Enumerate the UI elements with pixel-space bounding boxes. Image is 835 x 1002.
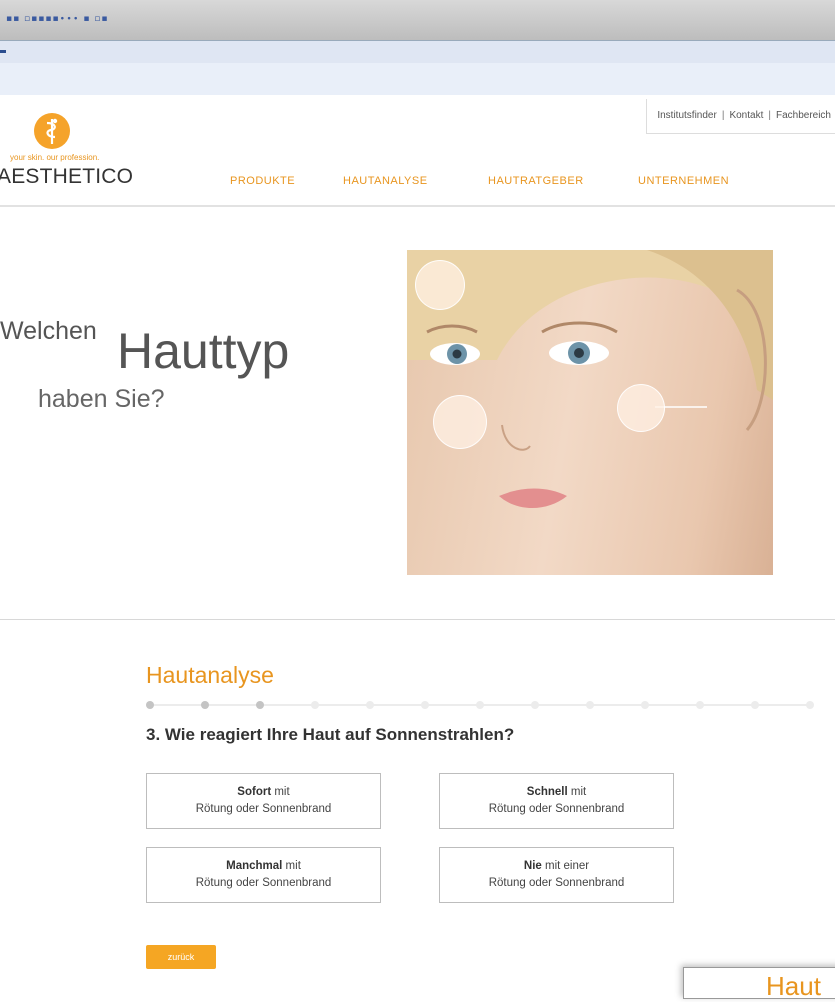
progress-step bbox=[366, 701, 374, 709]
answer-option-manchmal[interactable]: Manchmal mit Rötung oder Sonnenbrand bbox=[146, 847, 381, 903]
progress-step bbox=[421, 701, 429, 709]
answer-text: mit bbox=[567, 786, 587, 798]
progress-step bbox=[751, 701, 759, 709]
progress-step bbox=[586, 701, 594, 709]
progress-step bbox=[806, 701, 814, 709]
site-header: Institutsfinder | Kontakt | Fachbereich your… bbox=[0, 95, 835, 207]
hero-banner: Welchen Hauttyp haben Sie? bbox=[0, 207, 835, 620]
browser-chrome: ▪▪ ▫▪▪▪▪∙∙∙ ▪ ▫▪ bbox=[0, 0, 835, 96]
utility-link-institutsfinder[interactable]: Institutsfinder bbox=[657, 110, 716, 121]
hero-text-haben-sie: haben Sie? bbox=[38, 385, 165, 413]
utility-link-kontakt[interactable]: Kontakt bbox=[729, 110, 763, 121]
answer-text: Rötung oder Sonnenbrand bbox=[488, 877, 625, 889]
progress-step bbox=[311, 701, 319, 709]
answer-text: Rötung oder Sonnenbrand bbox=[488, 803, 625, 815]
progress-step bbox=[256, 701, 264, 709]
brand-tagline: your skin. our profession. bbox=[10, 153, 100, 162]
hero-face-image bbox=[407, 250, 773, 575]
nav-hautanalyse[interactable]: HAUTANALYSE bbox=[343, 175, 428, 187]
answer-text: mit bbox=[271, 786, 290, 798]
skin-zone-marker[interactable] bbox=[433, 395, 487, 449]
skin-zone-marker[interactable] bbox=[415, 260, 465, 310]
answer-keyword: Nie bbox=[523, 860, 542, 872]
utility-separator: | bbox=[768, 110, 771, 121]
answer-text: Rötung oder Sonnenbrand bbox=[195, 803, 332, 815]
progress-step bbox=[696, 701, 704, 709]
brand-name[interactable]: AESTHETICO bbox=[0, 165, 133, 189]
back-button[interactable]: zurück bbox=[146, 945, 216, 969]
answer-text: mit bbox=[282, 860, 301, 872]
overlay-popup[interactable]: Haut bbox=[683, 967, 835, 1001]
utility-nav: Institutsfinder | Kontakt | Fachbereich bbox=[646, 99, 835, 134]
browser-title-glyphs: ▪▪ ▫▪▪▪▪∙∙∙ ▪ ▫▪ bbox=[6, 14, 109, 24]
progress-step bbox=[476, 701, 484, 709]
browser-address-bar[interactable] bbox=[0, 40, 835, 64]
skin-zone-marker[interactable] bbox=[617, 384, 665, 432]
browser-toolbar bbox=[0, 63, 835, 96]
answer-option-nie[interactable]: Nie mit einer Rötung oder Sonnenbrand bbox=[439, 847, 674, 903]
popup-title: Haut bbox=[766, 971, 821, 1001]
answer-keyword: Schnell bbox=[526, 786, 568, 798]
progress-step bbox=[201, 701, 209, 709]
progress-step bbox=[641, 701, 649, 709]
nav-produkte[interactable]: PRODUKTE bbox=[230, 175, 295, 187]
progress-step bbox=[146, 701, 154, 709]
address-icon bbox=[0, 50, 6, 53]
answer-text: mit einer bbox=[541, 860, 590, 872]
nav-unternehmen[interactable]: UNTERNEHMEN bbox=[638, 175, 729, 187]
utility-separator: | bbox=[721, 110, 725, 121]
brand-logo-icon[interactable] bbox=[34, 113, 70, 149]
answer-option-schnell[interactable]: Schnell mit Rötung oder Sonnenbrand bbox=[439, 773, 674, 829]
browser-title-bar: ▪▪ ▫▪▪▪▪∙∙∙ ▪ ▫▪ bbox=[0, 0, 835, 40]
progress-step bbox=[531, 701, 539, 709]
answer-text: Rötung oder Sonnenbrand bbox=[195, 877, 332, 889]
answer-option-sofort[interactable]: Sofort mit Rötung oder Sonnenbrand bbox=[146, 773, 381, 829]
answer-keyword: Sofort bbox=[237, 786, 272, 798]
section-title: Hautanalyse bbox=[146, 662, 274, 688]
question-text: 3. Wie reagiert Ihre Haut auf Sonnenstra… bbox=[146, 725, 515, 744]
progress-steps bbox=[146, 700, 816, 710]
utility-link-fachbereich[interactable]: Fachbereich bbox=[776, 110, 831, 121]
answer-keyword: Manchmal bbox=[226, 860, 283, 872]
skin-analysis-section: Hautanalyse 3. Wie reagiert Ihre Haut au… bbox=[0, 620, 835, 1001]
hero-text-welchen: Welchen bbox=[0, 317, 97, 345]
hero-text-hauttyp: Hauttyp bbox=[117, 323, 290, 379]
nav-hautratgeber[interactable]: HAUTRATGEBER bbox=[488, 175, 584, 187]
